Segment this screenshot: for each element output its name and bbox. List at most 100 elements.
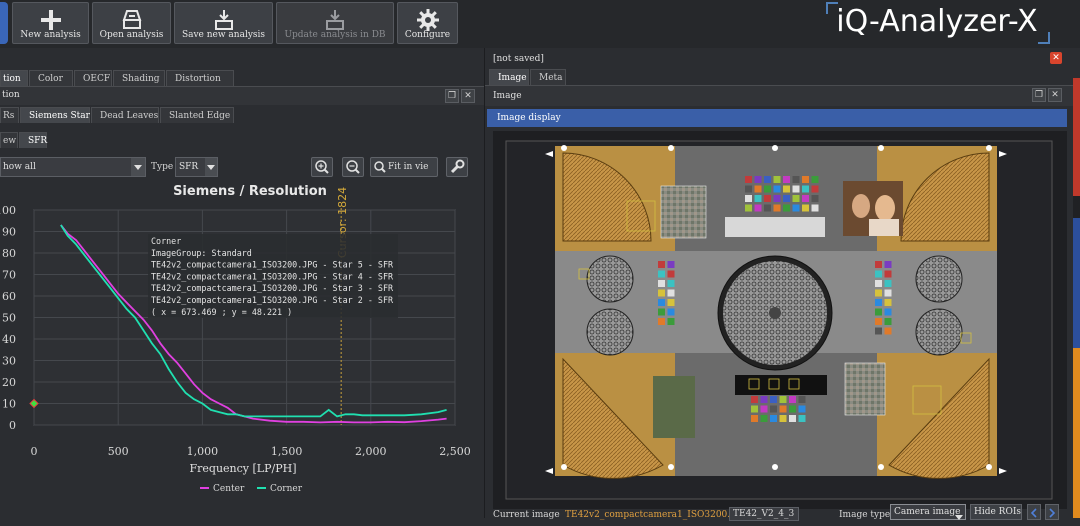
color-patch [667,280,675,287]
chevron-down-icon [205,158,217,176]
chart-title: Siemens / Resolution [173,184,327,199]
tab-color[interactable]: Color [29,70,73,86]
color-patch [792,185,800,193]
color-patch [779,405,787,413]
tab-sub-rs[interactable]: Rs [0,107,19,123]
update-analysis-button[interactable]: Update analysis in DB [276,2,394,44]
star-selector[interactable]: how all [0,157,146,177]
color-patch [884,289,892,297]
color-patch [789,405,796,413]
zoom-out-button[interactable] [342,157,364,177]
zoom-in-button[interactable] [311,157,333,177]
type-select[interactable]: SFR [175,157,218,177]
color-patch [884,280,892,287]
gear-icon [416,9,439,31]
color-patch [884,261,892,268]
color-patch [875,318,882,325]
close-window-button[interactable]: ✕ [1050,52,1062,64]
y-tick-label: 40 [2,333,16,346]
tab-siemens-star[interactable]: Siemens Star [20,107,90,123]
color-patch [811,185,819,193]
image-type-label: Image type [839,510,891,520]
tooltip-line: ImageGroup: Standard [151,248,252,258]
color-patch [751,415,758,422]
brand-corner-tl [826,2,838,14]
save-new-analysis-label: Save new analysis [181,30,266,40]
color-patch [754,195,762,202]
settings-wrench-button[interactable] [446,157,468,177]
color-patch [754,204,762,212]
tooltip-line: TE42v2_compactcamera1_ISO3200.JPG - Star… [151,260,394,270]
app-logo [0,2,8,44]
open-drive-icon [122,10,141,29]
tab-shading[interactable]: Shading [113,70,165,86]
tab-dead-leaves[interactable]: Dead Leaves [91,107,159,123]
color-patch [760,396,768,403]
tab-view[interactable]: ew [0,132,18,148]
right-panel-header [485,86,1080,106]
color-patch [875,327,882,335]
color-patch [802,204,809,212]
color-patch [770,396,777,403]
color-patch [773,195,781,202]
open-analysis-button[interactable]: Open analysis [92,2,171,44]
color-patch [667,289,675,297]
color-patch [754,185,762,193]
image-type-value: Camera image [894,507,961,517]
x-tick-label: 500 [108,445,129,458]
x-tick-label: 2,000 [355,445,387,458]
close-panel-button[interactable]: ✕ [1048,88,1062,102]
tooltip-line: Corner [151,236,181,246]
float-panel-button[interactable]: ❐ [445,89,459,103]
color-patch [770,415,777,422]
y-tick-label: 60 [2,290,16,303]
current-image-value: TE42v2_compactcamera1_ISO3200.JPG [565,510,747,520]
update-drive-icon [326,10,344,30]
color-patch [875,261,882,268]
color-patch [802,195,809,202]
color-patch [751,396,758,403]
image-viewport[interactable] [493,131,1067,509]
image-display-bar: Image display [487,109,1067,127]
star-selector-value: how all [3,162,36,172]
save-new-analysis-button[interactable]: Save new analysis [174,2,273,44]
update-analysis-label: Update analysis in DB [284,30,386,40]
color-patch [745,185,752,193]
color-patch [792,176,800,183]
new-analysis-button[interactable]: New analysis [12,2,89,44]
configure-button[interactable]: Configure [397,2,458,44]
chart-type-field[interactable]: TE42_V2_4_3 [729,507,799,521]
color-patch [811,195,819,202]
color-patch [667,270,675,278]
color-patch [773,204,781,212]
tab-image[interactable]: Image [489,69,529,85]
tab-slanted-edge[interactable]: Slanted Edge [160,107,234,123]
fit-in-view-button[interactable]: Fit in vie [370,157,438,177]
color-patch [667,261,675,268]
left-panel-header [0,87,484,105]
float-panel-button[interactable]: ❐ [1032,88,1046,102]
y-tick-label: 70 [2,269,16,282]
tab-meta[interactable]: Meta [530,69,566,85]
color-patch [764,176,771,183]
tab-oecf[interactable]: OECF [74,70,112,86]
y-tick-label: 30 [2,355,16,368]
legend-entry: Center [213,484,245,494]
color-patch [751,405,758,413]
tab-resolution[interactable]: tion [0,70,28,86]
color-patch [875,270,882,278]
color-patch [779,415,787,422]
close-panel-button[interactable]: ✕ [461,89,475,103]
current-image-label: Current image [493,510,560,520]
color-patch [667,318,675,325]
color-patch [745,204,752,212]
color-patch [658,308,665,316]
brand-corner-br [1038,32,1050,44]
left-panel-title: tion [2,90,20,100]
tab-sfr[interactable]: SFR [19,132,47,148]
x-tick-label: 1,500 [271,445,303,458]
hide-rois-label: Hide ROIs [974,507,1022,517]
chevron-down-icon [955,507,963,526]
tab-distortion[interactable]: Distortion [166,70,234,86]
color-patch [779,396,787,403]
